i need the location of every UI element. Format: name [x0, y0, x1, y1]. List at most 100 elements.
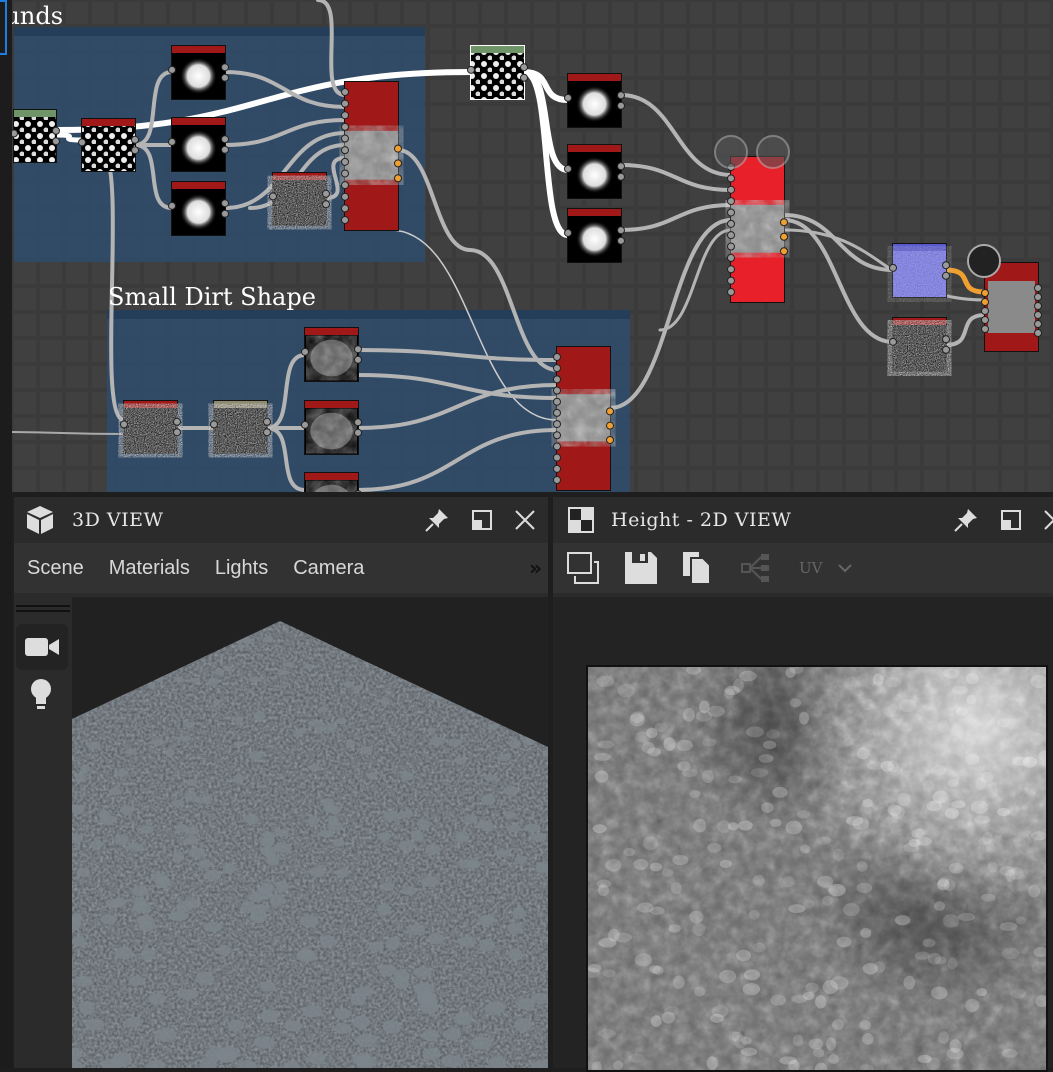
float-panel-icon[interactable] — [1001, 510, 1021, 530]
uv-mode-dropdown[interactable]: UV — [799, 559, 853, 577]
graph-node[interactable] — [168, 181, 229, 236]
pebble — [275, 842, 292, 854]
pebble — [76, 867, 91, 877]
height-feature — [866, 761, 884, 770]
graph-node[interactable] — [727, 156, 788, 303]
graph-node[interactable] — [210, 400, 271, 454]
pebble — [485, 1001, 506, 1015]
pebble — [184, 835, 199, 845]
pebble — [140, 624, 151, 632]
graph-node[interactable] — [301, 400, 362, 455]
height-feature — [964, 733, 976, 747]
pebble — [178, 735, 192, 742]
graph-node[interactable] — [168, 45, 229, 100]
height-feature — [591, 1061, 602, 1070]
height-feature — [719, 969, 737, 984]
graph-node[interactable] — [168, 117, 229, 172]
pebble — [503, 785, 519, 796]
input-port — [341, 146, 349, 155]
3d-viewport[interactable] — [72, 597, 548, 1068]
menu-scene[interactable]: Scene — [27, 557, 84, 580]
pebble — [230, 623, 238, 629]
save-icon[interactable] — [625, 552, 657, 584]
pebble — [212, 699, 221, 707]
close-icon[interactable] — [514, 509, 536, 531]
height-feature — [898, 698, 917, 713]
graph-node[interactable] — [564, 144, 625, 199]
output-port — [221, 209, 229, 218]
pebble — [467, 858, 481, 869]
graph-node[interactable] — [78, 118, 139, 172]
pebble — [368, 941, 384, 953]
graph-node[interactable] — [302, 472, 362, 492]
copy-icon[interactable] — [683, 552, 711, 584]
pebble — [243, 636, 253, 645]
input-port — [341, 204, 349, 213]
pebble — [411, 674, 422, 683]
float-panel-icon[interactable] — [472, 510, 492, 530]
pebble — [307, 815, 319, 827]
output-port — [617, 91, 625, 100]
node-graph-canvas[interactable]: ounds Small Dirt Shape — [12, 0, 1053, 492]
output-port — [780, 232, 788, 241]
graph-frame-header — [107, 310, 630, 319]
pin-icon[interactable] — [424, 507, 450, 533]
pebble — [504, 810, 516, 819]
pebble — [303, 663, 313, 669]
checker-icon — [567, 506, 595, 534]
camera-tool-button[interactable] — [16, 624, 68, 670]
output-port — [221, 199, 229, 208]
2d-viewport[interactable] — [553, 597, 1053, 1072]
graph-node[interactable] — [889, 317, 950, 372]
light-tool-button[interactable] — [28, 678, 72, 716]
pebble — [248, 893, 262, 903]
height-feature — [739, 670, 757, 682]
height-feature — [976, 988, 988, 997]
close-icon[interactable] — [1043, 509, 1053, 531]
graph-node[interactable] — [120, 400, 181, 454]
output-port — [131, 135, 139, 144]
height-feature — [701, 738, 717, 747]
share-graph-icon[interactable] — [741, 554, 771, 582]
pebble — [345, 739, 356, 749]
menu-camera[interactable]: Camera — [293, 557, 364, 580]
pebble — [334, 1008, 352, 1020]
graph-node[interactable] — [301, 327, 362, 382]
graph-node[interactable] — [889, 243, 950, 298]
graph-node[interactable] — [341, 81, 402, 231]
pin-icon[interactable] — [953, 507, 979, 533]
height-feature — [649, 965, 661, 974]
3d-view-menu-bar: Scene Materials Lights Camera » — [14, 543, 548, 593]
input-port — [168, 65, 176, 74]
graph-node[interactable] — [564, 73, 625, 128]
height-feature — [856, 860, 868, 872]
height-feature — [1015, 916, 1027, 925]
graph-node[interactable] — [269, 172, 330, 226]
menu-overflow-button[interactable]: » — [529, 556, 542, 580]
height-feature — [796, 809, 811, 819]
height-feature — [957, 912, 976, 922]
input-port — [727, 253, 735, 262]
height-feature — [789, 698, 802, 708]
graph-node[interactable] — [12, 109, 60, 163]
graph-node[interactable] — [564, 208, 625, 263]
pebble — [441, 1055, 464, 1068]
selected-dock-tab[interactable] — [0, 0, 7, 55]
menu-materials[interactable]: Materials — [109, 557, 190, 580]
drag-handle[interactable] — [16, 605, 70, 612]
input-port — [553, 386, 561, 395]
height-feature — [750, 768, 769, 778]
pebble — [79, 1000, 95, 1015]
height-feature — [785, 820, 803, 835]
height-feature — [930, 764, 947, 776]
copy-image-icon[interactable] — [567, 552, 599, 584]
menu-lights[interactable]: Lights — [215, 557, 268, 580]
pebble — [112, 1052, 132, 1068]
input-port — [564, 164, 572, 173]
pebble — [464, 814, 478, 824]
input-port — [12, 129, 18, 138]
graph-node[interactable] — [467, 45, 528, 100]
pebble — [229, 621, 239, 625]
height-feature — [788, 904, 806, 914]
graph-node[interactable] — [553, 346, 614, 491]
